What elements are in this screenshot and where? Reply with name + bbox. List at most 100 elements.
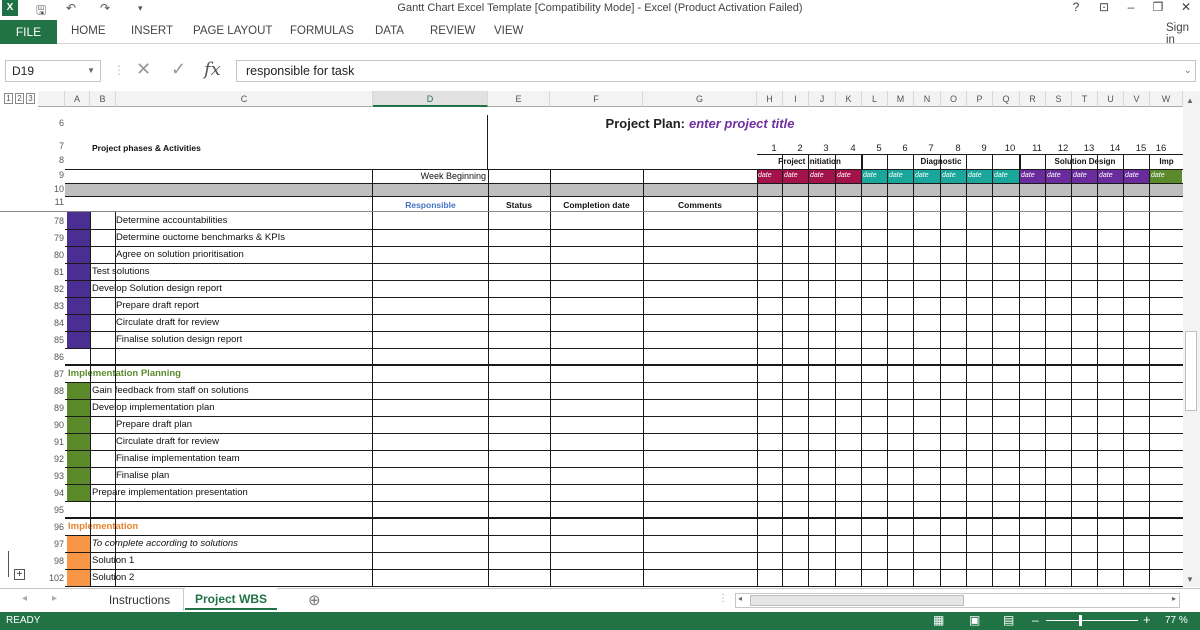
tab-formulas[interactable]: FORMULAS [290,25,354,37]
column-header-r[interactable]: R [1020,91,1046,107]
task-name[interactable]: Finalise solution design report [116,334,242,345]
row-number[interactable]: 87 [38,369,64,379]
row-number[interactable]: 86 [38,352,64,362]
page-break-view-icon[interactable]: ▤ [1003,613,1014,627]
row-number[interactable]: 9 [38,170,64,180]
task-name[interactable]: Develop implementation plan [92,402,215,413]
column-header-v[interactable]: V [1124,91,1150,107]
page-layout-view-icon[interactable]: ▣ [969,613,980,627]
tab-insert[interactable]: INSERT [131,25,173,37]
file-tab[interactable]: FILE [0,20,57,44]
row-number[interactable]: 82 [38,284,64,294]
column-header-u[interactable]: U [1098,91,1124,107]
task-name[interactable]: Develop Solution design report [92,283,222,294]
expand-formula-bar-icon[interactable]: ⌄ [1184,65,1192,76]
tab-home[interactable]: HOME [71,25,106,37]
row-number[interactable]: 8 [38,155,64,165]
row-number[interactable]: 6 [38,118,64,128]
row-number[interactable]: 90 [38,420,64,430]
week-date-cell[interactable]: date [941,169,967,183]
vertical-scrollbar[interactable]: ▲ ▼ [1183,91,1200,587]
task-name[interactable]: Determine accountabilities [116,215,227,226]
column-header-d[interactable]: D [373,91,488,107]
row-number[interactable]: 83 [38,301,64,311]
expand-group-icon[interactable]: + [14,569,25,580]
formula-input[interactable]: responsible for task [236,60,1196,82]
tab-split-icon[interactable]: ⋮ [718,593,728,604]
scroll-left-icon[interactable]: ◂ [738,594,742,603]
week-date-cell[interactable]: date [1098,169,1124,183]
normal-view-icon[interactable]: ▦ [933,613,944,627]
row-number[interactable]: 95 [38,505,64,515]
row-number[interactable]: 102 [38,573,64,583]
row-number[interactable]: 89 [38,403,64,413]
week-date-cell[interactable]: date [967,169,993,183]
horizontal-scrollbar[interactable]: ◂ ▸ [735,593,1180,608]
worksheet-grid[interactable]: 123ABCDEFGHIJKLMNOPQRSTUVW 6 7 8 9 10 11 78 79 8… [0,91,1183,587]
task-name[interactable]: Test solutions [92,266,150,277]
row-number[interactable]: 91 [38,437,64,447]
name-box-dropdown-icon[interactable]: ▼ [87,61,95,81]
week-date-cell[interactable]: date [914,169,941,183]
zoom-level[interactable]: 77 % [1165,615,1188,626]
task-name[interactable]: Circulate draft for review [116,436,219,447]
week-date-cell[interactable]: date [1020,169,1046,183]
column-header-e[interactable]: E [488,91,550,107]
week-date-cell[interactable]: date [836,169,862,183]
help-icon[interactable]: ? [1064,0,1088,14]
task-name[interactable]: Circulate draft for review [116,317,219,328]
row-number[interactable]: 10 [38,184,64,194]
column-header-n[interactable]: N [914,91,941,107]
zoom-slider-thumb[interactable] [1079,615,1082,626]
column-header-f[interactable]: F [550,91,643,107]
confirm-entry-icon[interactable]: ✓ [171,59,186,80]
tab-view[interactable]: VIEW [494,25,523,37]
tab-review[interactable]: REVIEW [430,25,475,37]
task-name[interactable]: To complete according to solutions [92,538,238,549]
week-date-cell[interactable]: date [809,169,836,183]
week-date-cell[interactable]: date [993,169,1020,183]
row-number[interactable]: 81 [38,267,64,277]
task-name[interactable]: Finalise implementation team [116,453,240,464]
row-number[interactable]: 94 [38,488,64,498]
row-number[interactable]: 85 [38,335,64,345]
ribbon-display-icon[interactable]: ⊡ [1092,0,1116,14]
row-number[interactable]: 93 [38,471,64,481]
task-name[interactable]: Solution 1 [92,555,134,566]
row-number[interactable]: 92 [38,454,64,464]
row-number[interactable]: 7 [38,141,64,151]
column-header-t[interactable]: T [1072,91,1098,107]
row-number[interactable]: 88 [38,386,64,396]
sign-in-link[interactable]: Sign in [1166,22,1200,46]
sheet-tab-project-wbs[interactable]: Project WBS [185,588,277,610]
restore-icon[interactable]: ❐ [1146,0,1170,14]
column-header-m[interactable]: M [888,91,914,107]
column-header-c[interactable]: C [116,91,373,107]
tab-page-layout[interactable]: PAGE LAYOUT [193,25,272,37]
prev-sheet-icon[interactable]: ◂ [22,593,27,604]
row-number[interactable]: 98 [38,556,64,566]
sheet-tab-instructions[interactable]: Instructions [96,589,184,611]
row-number[interactable]: 96 [38,522,64,532]
column-header-q[interactable]: Q [993,91,1020,107]
outline-level-2-button[interactable]: 2 [15,93,24,104]
column-header-s[interactable]: S [1046,91,1072,107]
zoom-in-icon[interactable]: + [1143,612,1151,627]
week-date-cell[interactable]: date [1046,169,1072,183]
next-sheet-icon[interactable]: ▸ [52,593,57,604]
column-header-i[interactable]: I [783,91,809,107]
row-number[interactable]: 11 [38,197,64,207]
row-number[interactable]: 79 [38,233,64,243]
week-date-cell[interactable]: date [1124,169,1150,183]
scroll-thumb[interactable] [1185,331,1197,411]
minimize-icon[interactable]: – [1119,0,1143,14]
scroll-right-icon[interactable]: ▸ [1172,594,1176,603]
insert-function-icon[interactable]: fx [204,59,221,80]
column-header-p[interactable]: P [967,91,993,107]
cancel-entry-icon[interactable]: ✕ [136,59,151,80]
column-header-k[interactable]: K [836,91,862,107]
select-all-corner[interactable] [38,91,65,107]
section-heading[interactable]: Implementation Planning [68,368,181,379]
tab-data[interactable]: DATA [375,25,404,37]
week-date-cell[interactable]: date [1150,169,1183,183]
